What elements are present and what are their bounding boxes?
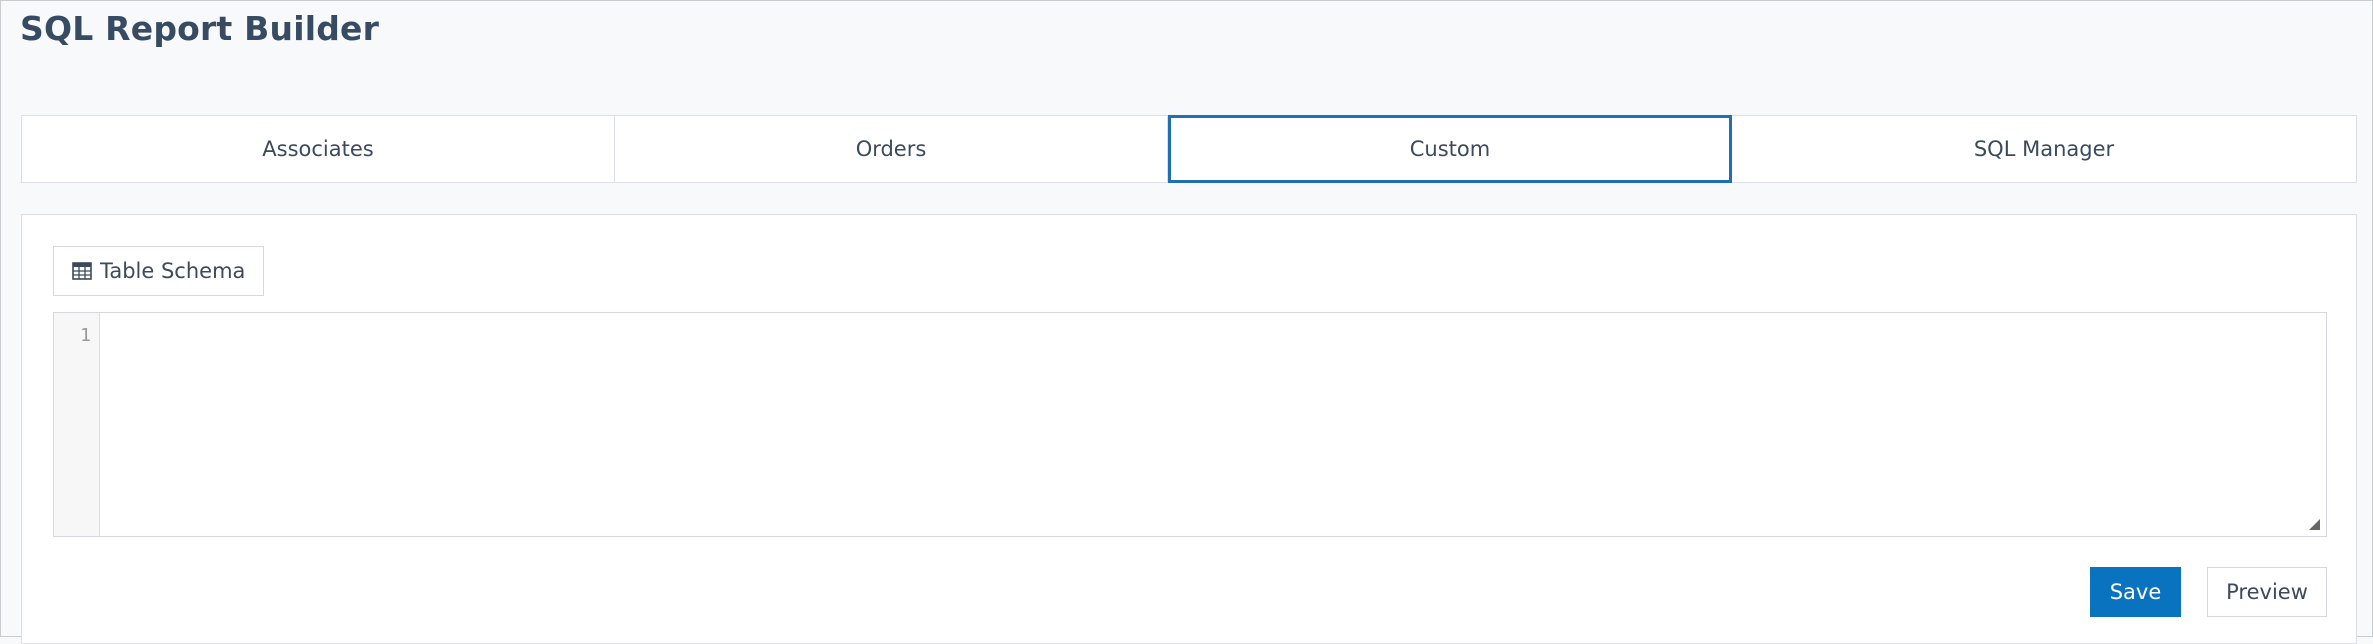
resize-handle-icon[interactable] bbox=[2309, 519, 2320, 530]
line-number-gutter: 1 bbox=[54, 313, 100, 536]
app-window: SQL Report Builder Associates Orders Cus… bbox=[0, 0, 2373, 644]
tab-sql-manager[interactable]: SQL Manager bbox=[1732, 116, 2356, 182]
table-schema-label: Table Schema bbox=[100, 259, 246, 283]
custom-query-panel: Table Schema 1 Save Preview bbox=[21, 214, 2357, 644]
line-number: 1 bbox=[80, 325, 91, 346]
save-button[interactable]: Save bbox=[2090, 567, 2181, 617]
table-schema-button[interactable]: Table Schema bbox=[53, 246, 265, 296]
tab-custom[interactable]: Custom bbox=[1168, 115, 1732, 183]
tab-associates[interactable]: Associates bbox=[22, 116, 615, 182]
page-title: SQL Report Builder bbox=[20, 9, 380, 48]
sql-code-area[interactable] bbox=[100, 313, 2326, 536]
tab-orders[interactable]: Orders bbox=[615, 116, 1168, 182]
preview-button[interactable]: Preview bbox=[2207, 567, 2327, 617]
table-icon bbox=[72, 262, 92, 280]
sql-editor[interactable]: 1 bbox=[53, 312, 2327, 537]
report-type-tabs: Associates Orders Custom SQL Manager bbox=[21, 115, 2357, 183]
